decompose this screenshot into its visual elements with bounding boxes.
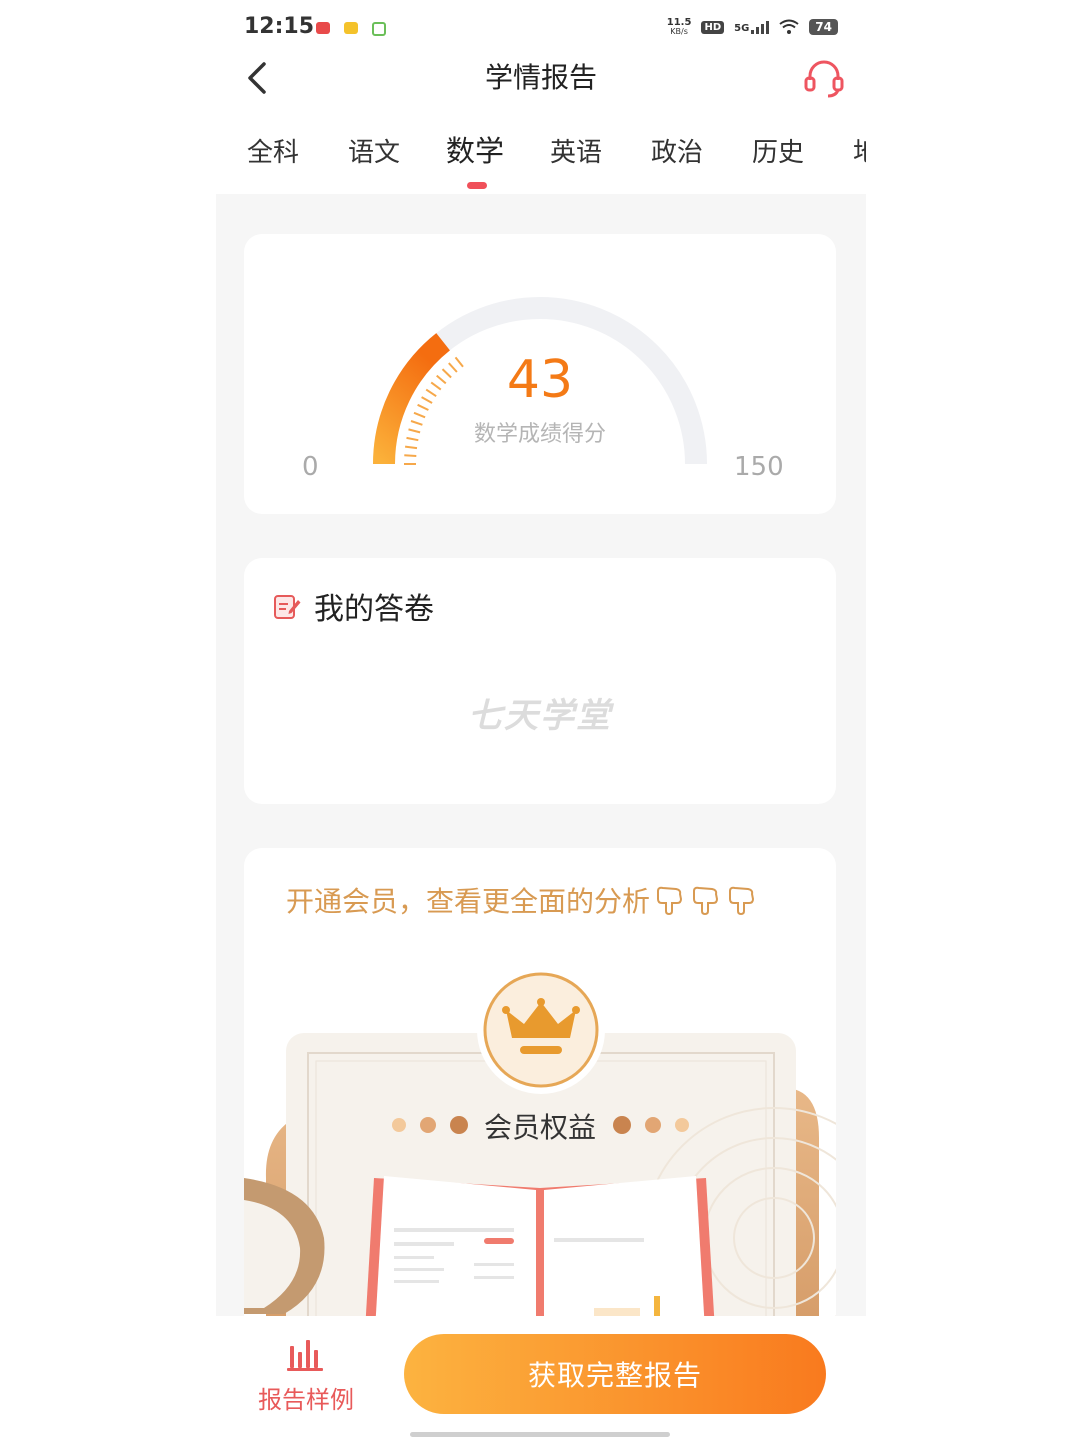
tab-english[interactable]: 英语 bbox=[550, 132, 602, 169]
brand-watermark: 七天学堂 bbox=[468, 696, 612, 736]
page-title: 学情报告 bbox=[484, 61, 597, 94]
status-time: 12:15 bbox=[244, 14, 315, 39]
tab-all-subjects[interactable]: 全科 bbox=[247, 132, 299, 169]
member-benefits-label: 会员权益 bbox=[483, 1111, 596, 1144]
pointing-down-hand-icon bbox=[657, 886, 683, 915]
report-sample-button[interactable]: 报告样例 bbox=[246, 1338, 366, 1415]
signal-icon: 5G bbox=[734, 20, 770, 34]
score-card: 43 数学成绩得分 0 150 bbox=[244, 234, 836, 514]
active-tab-indicator bbox=[467, 182, 487, 189]
gauge-max-label: 150 bbox=[734, 452, 784, 482]
battery-indicator: 74 bbox=[809, 19, 838, 35]
score-value: 43 bbox=[506, 350, 574, 410]
pointing-down-hand-icon bbox=[693, 886, 719, 915]
home-indicator bbox=[410, 1432, 670, 1437]
tab-geography[interactable]: 地 bbox=[853, 132, 866, 169]
network-speed: 11.5 KB/s bbox=[666, 17, 692, 37]
notification-app-icon bbox=[316, 22, 330, 34]
wifi-icon bbox=[779, 19, 799, 34]
subject-tabs: 全科 语文 数学 英语 政治 历史 地 bbox=[216, 112, 866, 194]
tab-math[interactable]: 数学 bbox=[446, 128, 504, 170]
edit-paper-icon bbox=[274, 595, 301, 619]
notification-app-icon bbox=[344, 22, 358, 34]
membership-promo: 开通会员，查看更全面的分析 bbox=[286, 880, 758, 920]
answer-sheet-card[interactable]: 我的答卷 七天学堂 bbox=[244, 558, 836, 804]
membership-promo-text: 开通会员，查看更全面的分析 bbox=[286, 885, 651, 918]
report-sample-label: 报告样例 bbox=[258, 1386, 354, 1414]
bar-chart-icon bbox=[287, 1340, 323, 1371]
membership-card[interactable]: 开通会员，查看更全面的分析 会员权益 bbox=[244, 848, 836, 1348]
gauge-min-label: 0 bbox=[302, 452, 319, 482]
tab-history[interactable]: 历史 bbox=[752, 132, 804, 169]
score-label: 数学成绩得分 bbox=[473, 422, 606, 447]
bottom-action-bar: 报告样例 获取完整报告 bbox=[216, 1316, 866, 1439]
notification-app-icon bbox=[372, 22, 386, 36]
member-benefits-illustration: 会员权益 bbox=[244, 938, 836, 1348]
tab-chinese[interactable]: 语文 bbox=[348, 132, 400, 169]
customer-service-headset-icon[interactable] bbox=[802, 56, 846, 100]
get-full-report-button[interactable]: 获取完整报告 bbox=[404, 1334, 826, 1414]
answer-sheet-title: 我的答卷 bbox=[314, 592, 434, 627]
pointing-down-hand-icon bbox=[729, 886, 755, 915]
gauge-tick bbox=[404, 454, 417, 457]
phone-screen: 12:15 11.5 KB/s HD 5G 74 学情报告 全科 语文 数学 英… bbox=[216, 0, 866, 1439]
tab-politics[interactable]: 政治 bbox=[651, 132, 703, 169]
hd-badge: HD bbox=[701, 20, 725, 34]
nav-bar: 学情报告 bbox=[216, 46, 866, 112]
